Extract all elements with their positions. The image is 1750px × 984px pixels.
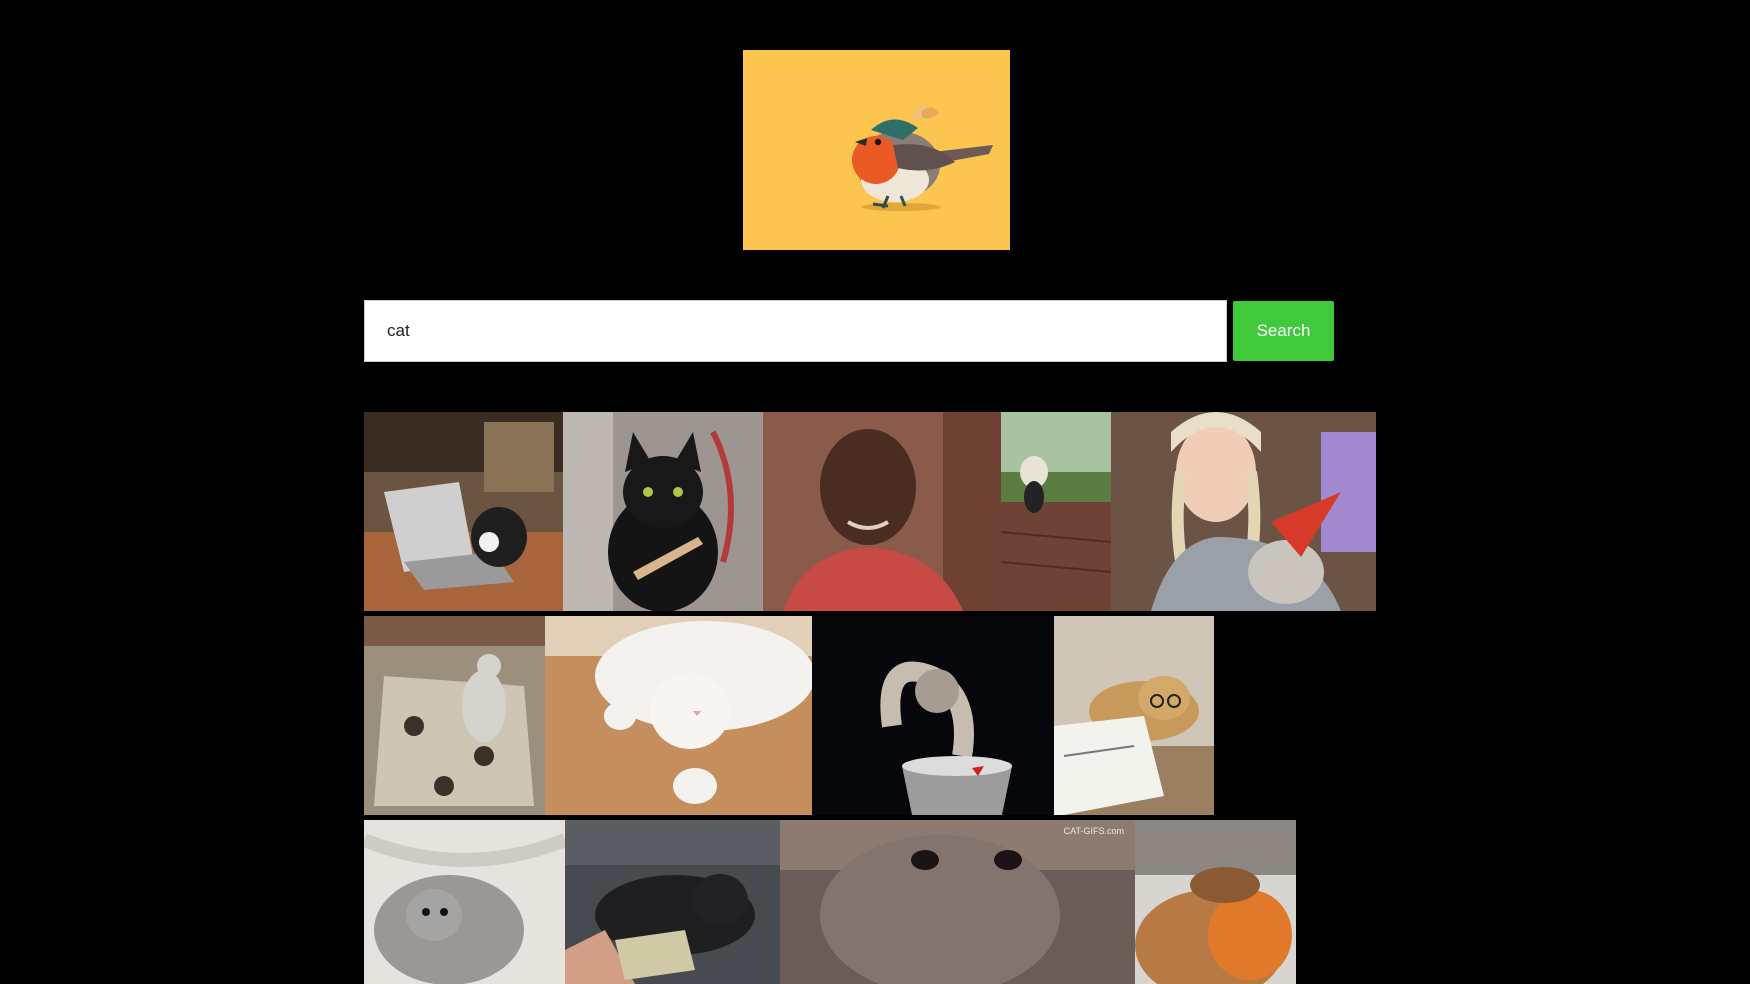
search-bar: Search xyxy=(364,300,1334,364)
gif-result-3[interactable] xyxy=(763,412,1001,611)
gif-result-8[interactable] xyxy=(812,616,1054,815)
gif-result-5[interactable] xyxy=(1111,412,1376,611)
gif-result-10[interactable] xyxy=(364,820,565,984)
logo-image xyxy=(743,50,1010,250)
cat-face-closeup-gif: CAT-GIFS.com xyxy=(780,820,1135,984)
cat-in-bucket-gif xyxy=(812,616,1054,815)
gif-result-13[interactable] xyxy=(1135,820,1296,984)
gif-result-1[interactable] xyxy=(364,412,563,611)
small-dog-walking-gif xyxy=(1001,412,1111,611)
gif-results-grid: CAT-GIFS.com xyxy=(364,412,1380,984)
gif-result-2[interactable] xyxy=(563,412,763,611)
black-kitten-with-money-gif xyxy=(565,820,780,984)
search-button[interactable]: Search xyxy=(1233,301,1334,361)
woman-holding-cat-party-hat-gif xyxy=(1111,412,1376,611)
cat-at-laptop-gif xyxy=(364,412,563,611)
gif-result-6[interactable] xyxy=(364,616,545,815)
gif-result-4[interactable] xyxy=(1001,412,1111,611)
grey-kitten-gif xyxy=(364,820,565,984)
white-cat-rolling-gif xyxy=(545,616,812,815)
cat-dancing-on-rug-gif xyxy=(364,616,545,815)
search-input[interactable] xyxy=(364,300,1227,362)
cat-with-orange-ball-gif xyxy=(1135,820,1296,984)
man-smiling-gif xyxy=(763,412,1001,611)
gif-result-7[interactable] xyxy=(545,616,812,815)
cat-with-glasses-reading-gif xyxy=(1054,616,1214,815)
robin-bird-icon xyxy=(852,106,993,211)
gif-result-11[interactable] xyxy=(565,820,780,984)
gif-result-12[interactable]: CAT-GIFS.com xyxy=(780,820,1135,984)
gif-result-9[interactable] xyxy=(1054,616,1214,815)
black-cat-nail-file-gif xyxy=(563,412,763,611)
gif-watermark: CAT-GIFS.com xyxy=(1064,826,1124,836)
